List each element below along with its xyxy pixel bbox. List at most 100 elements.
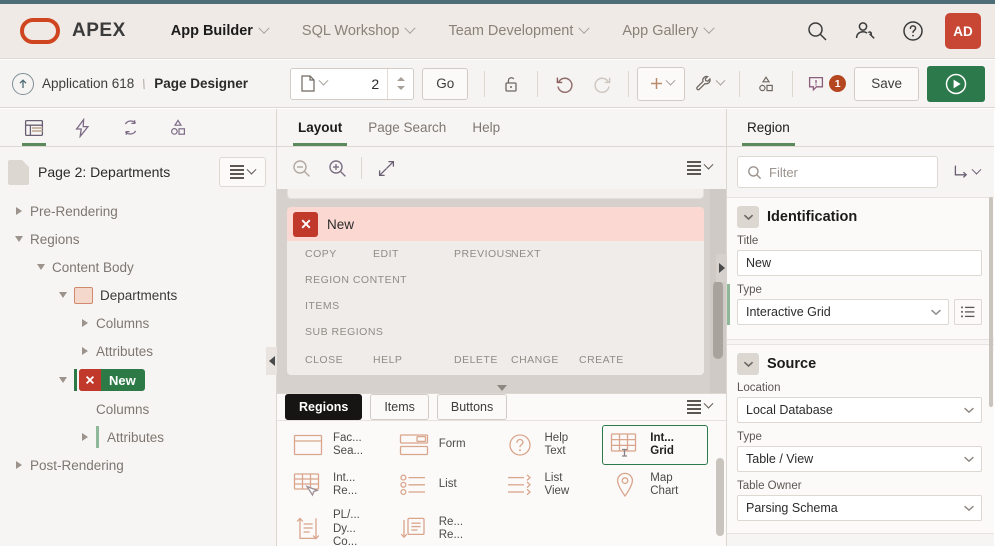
gallery-item-list-view[interactable]: List View (497, 465, 603, 505)
utilities-wrench-icon[interactable] (687, 67, 731, 101)
go-button[interactable]: Go (422, 67, 469, 100)
help-icon[interactable] (891, 9, 935, 53)
dropzone-change[interactable]: CHANGE (511, 354, 579, 366)
undo-icon[interactable] (546, 67, 582, 101)
layout-canvas[interactable]: New COPY EDIT PREVIOUS NEXT REGION CONTE… (277, 189, 726, 393)
create-icon[interactable] (637, 66, 686, 101)
dropzone-items[interactable]: ITEMS (305, 300, 340, 312)
chevron-down-icon[interactable] (8, 236, 30, 242)
save-button[interactable]: Save (854, 66, 919, 101)
lov-list-icon[interactable] (954, 299, 982, 325)
tab-layout[interactable]: Layout (285, 109, 355, 146)
arrow-up-circle-icon[interactable] (12, 72, 34, 95)
gallery-item-interactive-grid[interactable]: Int... Grid (602, 425, 708, 465)
dropzone-region-content[interactable]: REGION CONTENT (305, 274, 407, 286)
shared-components-tab[interactable] (158, 109, 198, 146)
dropzone-previous[interactable]: PREVIOUS (454, 248, 512, 260)
gallery-tab-regions[interactable]: Regions (285, 394, 363, 420)
layout-scrollbar[interactable] (710, 189, 726, 393)
zoom-out-icon[interactable] (283, 152, 319, 184)
type-select[interactable]: Interactive Grid (737, 299, 949, 325)
messages-icon[interactable] (801, 67, 831, 101)
zoom-in-icon[interactable] (319, 152, 355, 184)
breadcrumb-application[interactable]: Application 618 (42, 76, 134, 91)
property-group-header[interactable]: Source (737, 353, 982, 375)
dropzone-create[interactable]: CREATE (579, 354, 624, 366)
page-number-stepper[interactable] (387, 68, 413, 99)
processing-tab[interactable] (110, 109, 150, 146)
tab-help[interactable]: Help (459, 109, 513, 146)
tree-node-content-body[interactable]: Content Body (0, 253, 276, 281)
admin-user-icon[interactable] (843, 9, 887, 53)
tree-node-new-chip[interactable]: New (79, 369, 145, 391)
layout-scrollbar-thumb[interactable] (713, 281, 723, 359)
gallery-scrollbar[interactable] (716, 440, 724, 540)
search-input[interactable]: Filter (737, 156, 938, 188)
goto-button[interactable] (944, 156, 988, 188)
gallery-item-plsql-dynamic-content[interactable]: PL/... Dy... Co... (285, 505, 391, 546)
gallery-item-help-text[interactable]: Help Text (497, 425, 603, 465)
property-scrollbar[interactable] (989, 197, 994, 546)
layout-region-header[interactable]: New (287, 207, 704, 241)
chevron-down-icon[interactable] (52, 292, 74, 298)
shapes-icon[interactable] (748, 67, 784, 101)
gallery-tab-items[interactable]: Items (370, 394, 429, 420)
chevron-down-icon[interactable] (737, 206, 759, 228)
property-group-header[interactable]: Identification (737, 206, 982, 228)
tab-region-properties[interactable]: Region (735, 109, 802, 146)
tree-node-pre-rendering[interactable]: Pre-Rendering (0, 197, 276, 225)
chevron-right-icon[interactable] (74, 433, 96, 441)
nav-item-app-gallery[interactable]: App Gallery (605, 4, 730, 59)
tab-page-search[interactable]: Page Search (355, 109, 459, 146)
dynamic-actions-tab[interactable] (62, 109, 102, 146)
apex-logo[interactable]: APEX (0, 18, 126, 44)
nav-item-team-development[interactable]: Team Development (431, 4, 605, 59)
gallery-item-map-chart[interactable]: Map Chart (602, 465, 708, 505)
layout-card-partial[interactable] (287, 189, 704, 199)
gallery-item-report[interactable]: Re... Re... (391, 505, 497, 546)
gallery-item-form[interactable]: Form (391, 425, 497, 465)
tree-node-departments[interactable]: Departments (0, 281, 276, 309)
page-icon[interactable] (291, 75, 335, 92)
property-scrollbar-thumb[interactable] (989, 197, 993, 407)
chevron-down-icon[interactable] (52, 377, 74, 383)
tree-node-post-rendering[interactable]: Post-Rendering (0, 451, 276, 479)
dropzone-help[interactable]: HELP (373, 354, 454, 366)
gallery-item-list[interactable]: List (391, 465, 497, 505)
tree-node-regions[interactable]: Regions (0, 225, 276, 253)
nav-item-sql-workshop[interactable]: SQL Workshop (285, 4, 432, 59)
collapse-center-panel-button[interactable] (716, 254, 727, 282)
dropzone-sub-regions[interactable]: SUB REGIONS (305, 326, 383, 338)
redo-icon[interactable] (584, 67, 620, 101)
run-button[interactable] (927, 65, 985, 102)
chevron-right-icon[interactable] (74, 347, 96, 355)
tree-node-new[interactable]: New (0, 365, 276, 395)
nav-item-app-builder[interactable]: App Builder (154, 4, 285, 59)
chevron-right-icon[interactable] (8, 207, 30, 215)
dropzone-next[interactable]: NEXT (511, 248, 541, 260)
dropzone-delete[interactable]: DELETE (454, 354, 511, 366)
tree-menu-button[interactable] (219, 157, 266, 187)
tree-node-new-columns[interactable]: Columns (0, 395, 276, 423)
dropzone-copy[interactable]: COPY (305, 248, 373, 260)
chevron-down-icon[interactable] (30, 264, 52, 270)
chevron-down-icon[interactable] (737, 353, 759, 375)
tree-node-attributes[interactable]: Attributes (0, 337, 276, 365)
table-owner-select[interactable]: Parsing Schema (737, 495, 982, 521)
chevron-right-icon[interactable] (74, 319, 96, 327)
collapse-left-panel-button[interactable] (266, 347, 277, 375)
dropzone-close[interactable]: CLOSE (305, 354, 373, 366)
search-icon[interactable] (795, 9, 839, 53)
tree-node-new-attributes[interactable]: Attributes (0, 423, 276, 451)
gallery-item-interactive-report[interactable]: Int... Re... (285, 465, 391, 505)
dropzone-edit[interactable]: EDIT (373, 248, 454, 260)
avatar[interactable]: AD (945, 13, 981, 49)
rendering-tab[interactable] (14, 109, 54, 146)
layout-region-card[interactable]: New COPY EDIT PREVIOUS NEXT REGION CONTE… (287, 207, 704, 375)
tree-node-columns[interactable]: Columns (0, 309, 276, 337)
gallery-menu-button[interactable] (683, 399, 716, 414)
chevron-right-icon[interactable] (8, 461, 30, 469)
location-select[interactable]: Local Database (737, 397, 982, 423)
gallery-scrollbar-thumb[interactable] (716, 458, 724, 536)
gallery-item-faceted-search[interactable]: Fac... Sea... (285, 425, 391, 465)
